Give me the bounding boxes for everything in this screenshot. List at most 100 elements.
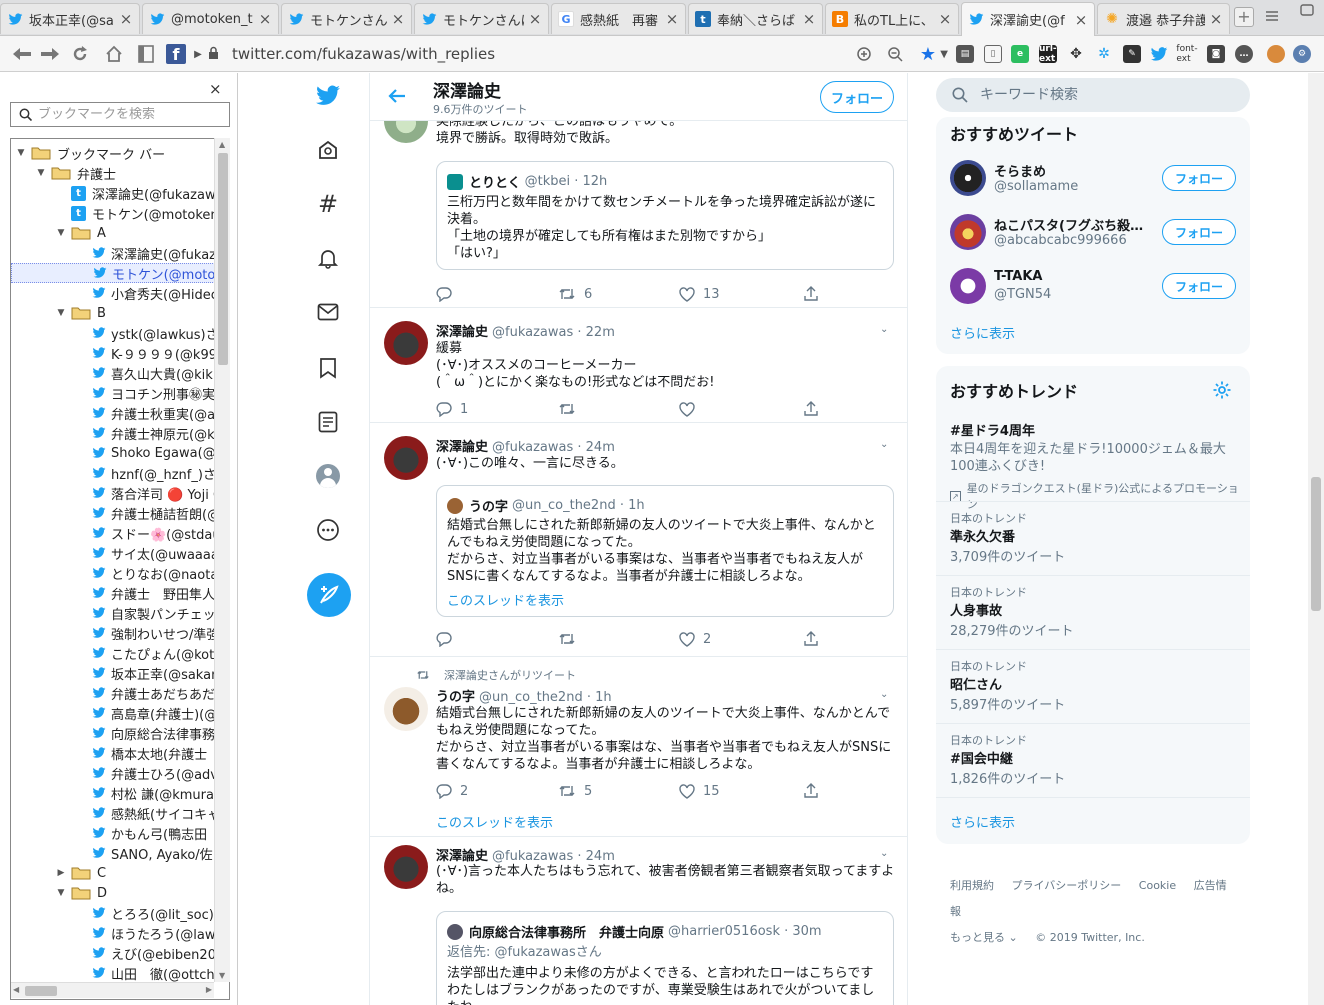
tweet[interactable]: 深澤論史 @fukazawas · 22m ⌄ 緩募 (･∀･)オススメのコーヒー…	[370, 308, 907, 423]
tweet[interactable]: 深澤論史 @fukazawas · 24m ⌄ (･∀･)言った本人たちはもう忘れ…	[370, 837, 907, 1005]
reply-button[interactable]: 2	[436, 781, 468, 801]
bookmark-folder[interactable]: ▼ D	[11, 883, 217, 903]
like-button[interactable]: 15	[679, 781, 720, 801]
bookmark-item[interactable]: スドー🌸(@stdau	[11, 523, 217, 543]
camera-icon[interactable]: ◙	[1207, 45, 1225, 63]
bookmark-item[interactable]: モトケン(@motok	[11, 263, 217, 283]
like-button[interactable]: 2	[679, 629, 711, 649]
address-bar[interactable]: twitter.com/fukazawas/with_replies ▼	[208, 42, 948, 66]
bookmark-item[interactable]: 小倉秀夫(@Hidec	[11, 283, 217, 303]
facebook-icon[interactable]: f	[166, 44, 186, 64]
bookmark-item[interactable]: 弁護士あだちあだ	[11, 683, 217, 703]
twitter-logo-icon[interactable]	[315, 83, 341, 109]
author-name[interactable]: 深澤論史	[436, 325, 488, 340]
tab-close-icon[interactable]: ×	[802, 10, 816, 28]
like-button[interactable]	[679, 399, 703, 419]
bookmark-item[interactable]: t 深澤論史(@fukazawa	[11, 183, 217, 203]
trend-item[interactable]: 日本のトレンド 準永久欠番 3,709件のツイート	[936, 501, 1250, 575]
show-more-link[interactable]: さらに表示	[950, 812, 1015, 831]
footer-link[interactable]: Cookie	[1139, 879, 1176, 892]
show-thread-link[interactable]: このスレッドを表示	[436, 812, 553, 831]
reading-list-icon[interactable]: ▤	[956, 45, 974, 63]
bookmark-star-icon[interactable]: ★	[918, 44, 938, 65]
scrollbar-thumb[interactable]	[1311, 477, 1321, 611]
close-icon[interactable]: ×	[209, 80, 222, 98]
tab-close-icon[interactable]: ×	[1209, 10, 1223, 28]
bookmark-item[interactable]: えび(@ebiben200	[11, 943, 217, 963]
scrollbar-thumb[interactable]	[218, 153, 228, 365]
follow-button[interactable]: フォロー	[820, 81, 894, 113]
tab-close-icon[interactable]: ×	[665, 10, 679, 28]
bookmark-item[interactable]: SANO, Ayako/佐	[11, 843, 217, 863]
sidebar-horizontal-scrollbar[interactable]: ◀ ▶	[11, 982, 214, 998]
share-button[interactable]	[803, 781, 827, 801]
bookmark-item[interactable]: t モトケン(@motoken_	[11, 203, 217, 223]
expand-arrow-icon[interactable]: ▼	[35, 168, 47, 178]
tweetdeck-icon[interactable]: ✲	[1095, 45, 1113, 63]
expand-arrow-icon[interactable]: ▼	[55, 228, 67, 238]
quoted-tweet[interactable]: とりとく @tkbei · 12h 三桁万円と数年間をかけて数センチメートルを争…	[436, 161, 894, 270]
move-icon[interactable]: ✥	[1067, 45, 1085, 63]
author-handle[interactable]: @fukazawas · 22m	[492, 325, 615, 340]
overflow-chevron-icon[interactable]: ▶	[194, 44, 202, 64]
bookmark-item[interactable]: 自家製パンチェッタ	[11, 603, 217, 623]
trend-item[interactable]: 日本のトレンド #国会中継 1,826件のツイート	[936, 723, 1250, 797]
trend-item[interactable]: 日本のトレンド 昭仁さん 5,897件のツイート	[936, 649, 1250, 723]
user-name[interactable]: そらまめ	[994, 161, 1149, 180]
quoted-tweet[interactable]: うの字 @un_co_the2nd · 1h 結婚式台無しにされた新郎新婦の友人…	[436, 485, 894, 617]
window-restore-icon[interactable]	[1298, 3, 1316, 17]
profile-avatar-icon[interactable]	[1267, 45, 1285, 63]
expand-arrow-icon[interactable]: ▼	[55, 308, 67, 318]
forward-arrow-icon[interactable]	[40, 44, 60, 64]
retweet-button[interactable]: 6	[558, 284, 592, 304]
like-button[interactable]: 13	[679, 284, 720, 304]
bookmark-item[interactable]: 落合洋司 🔴 Yoji O	[11, 483, 217, 503]
bookmark-item[interactable]: とろろ(@lit_soc)さ	[11, 903, 217, 923]
browser-tab[interactable]: 坂本正幸(@sa ×	[0, 3, 140, 34]
twitter-search-input[interactable]	[980, 87, 1220, 103]
reply-button[interactable]: 1	[436, 399, 468, 419]
font-ext-icon[interactable]: font-ext	[1176, 44, 1197, 64]
more-options-icon[interactable]	[315, 517, 341, 543]
bookmark-item[interactable]: 橋本太地(弁護士	[11, 743, 217, 763]
page-vertical-scrollbar[interactable]	[1308, 73, 1324, 1005]
user-name[interactable]: ねこパスタ(フグぶち殺しマン)	[994, 215, 1149, 234]
browser-tab[interactable]: 深澤諭史(@f ×	[961, 2, 1095, 36]
expand-arrow-icon[interactable]: ▼	[55, 888, 67, 898]
tab-close-icon[interactable]: ×	[258, 10, 272, 28]
bookmark-folder[interactable]: ▼ B	[11, 303, 217, 323]
quoted-tweet[interactable]: 向原総合法律事務所 弁護士向原 @harrier0516osk · 30m 返信…	[436, 911, 894, 1005]
bookmark-item[interactable]: 村松 謙(@kmuran	[11, 783, 217, 803]
retweet-button[interactable]: 5	[558, 781, 592, 801]
reply-button[interactable]	[436, 629, 460, 649]
tab-close-icon[interactable]: ×	[528, 10, 542, 28]
follow-button[interactable]: フォロー	[1162, 219, 1236, 245]
bookmark-search-box[interactable]	[10, 102, 230, 127]
bookmark-item[interactable]: ヨコチン刑事㊙実系	[11, 383, 217, 403]
bookmark-item[interactable]: 向原総合法律事務	[11, 723, 217, 743]
zoom-out-icon[interactable]	[885, 44, 905, 64]
user-suggestion[interactable]: ねこパスタ(フグぶち殺しマン) @abcabcabc999666 フォロー	[936, 205, 1250, 259]
lists-icon[interactable]	[315, 409, 341, 435]
bookmarks-icon[interactable]	[315, 355, 341, 381]
scrollbar-thumb[interactable]	[25, 986, 57, 996]
follow-button[interactable]: フォロー	[1162, 165, 1236, 191]
bookmark-item[interactable]: ほうたろう(@lawy	[11, 923, 217, 943]
bookmark-item[interactable]: Shoko Egawa(@a	[11, 443, 217, 463]
chevron-down-icon[interactable]: ⌄	[880, 439, 888, 450]
avatar[interactable]	[384, 845, 428, 889]
browser-tab[interactable]: モトケンさんは×	[414, 3, 549, 34]
bookmark-item[interactable]: とりなお(@naotar	[11, 563, 217, 583]
browser-tab[interactable]: ✺ 渡邉 恭子弁護 ×	[1097, 3, 1230, 34]
show-thread-link[interactable]: このスレッドを表示	[447, 590, 564, 609]
bookmark-item[interactable]: 弁護士ひろ(@adv	[11, 763, 217, 783]
author-name[interactable]: うの字	[436, 690, 475, 705]
sidebar-vertical-scrollbar[interactable]: ▲ ▼	[214, 138, 230, 982]
follow-button[interactable]: フォロー	[1162, 273, 1236, 299]
browser-tab[interactable]: モトケンさんは×	[281, 3, 412, 34]
back-arrow-icon[interactable]	[12, 44, 32, 64]
bookmark-item[interactable]: hznf(@_hznf_)さん	[11, 463, 217, 483]
profile-avatar-icon[interactable]	[315, 463, 341, 489]
tab-close-icon[interactable]: ×	[119, 10, 133, 28]
browser-tab[interactable]: t 奉納＼さらば ×	[688, 3, 823, 34]
